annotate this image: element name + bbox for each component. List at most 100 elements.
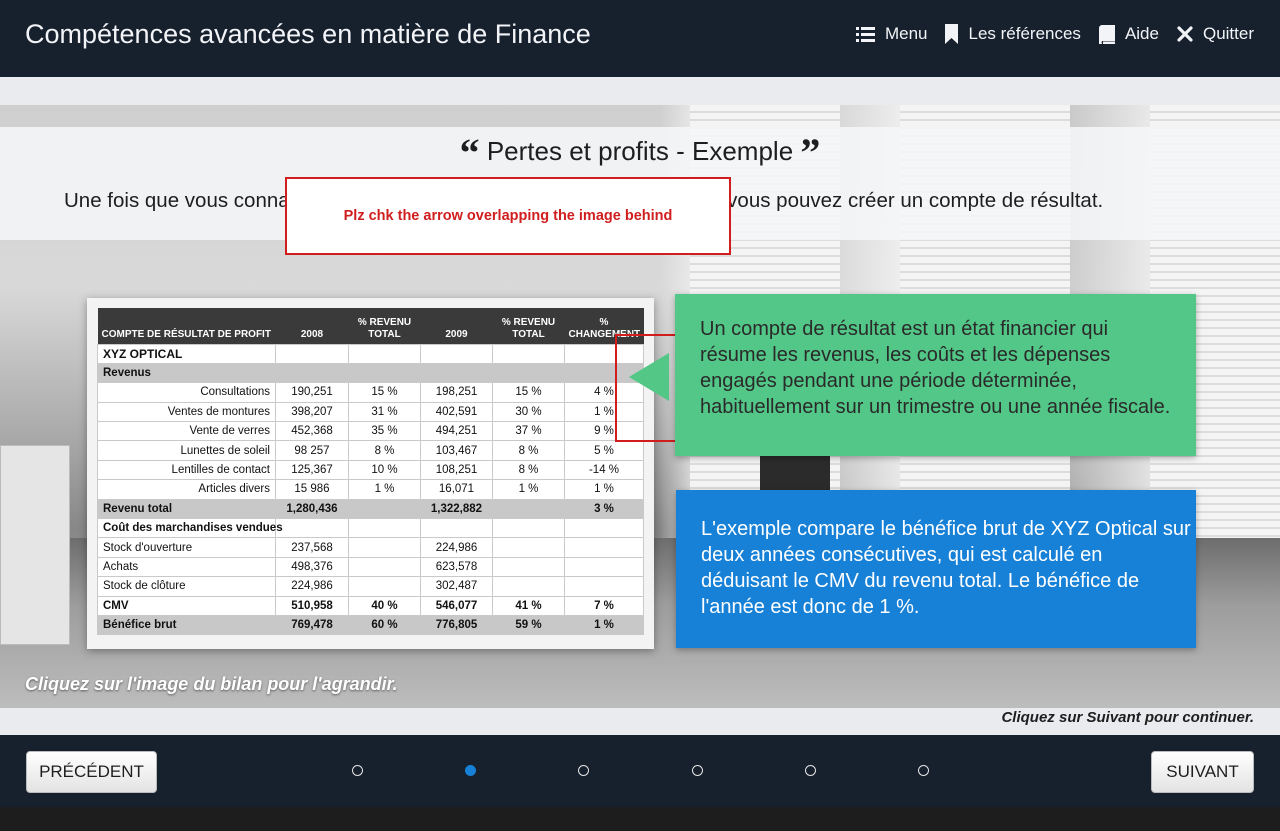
table-cell: Ventes de montures <box>97 401 276 423</box>
help-button[interactable]: Aide <box>1098 24 1159 44</box>
table-cell: 40 % <box>348 595 421 616</box>
table-cell: 1 % <box>564 479 644 500</box>
table-row: Lentilles de contact 125,367 10 % 108,251 8 … <box>97 459 644 481</box>
table-cell: 5 % <box>564 440 644 461</box>
table-cell: 452,368 <box>275 421 349 442</box>
page-dot[interactable] <box>805 765 816 776</box>
table-cell: -14 % <box>564 459 644 481</box>
table-row: CMV 510,958 40 % 546,077 41 % 7 % <box>97 595 644 616</box>
table-cell: 1 % <box>492 479 565 500</box>
table-cell: Consultations <box>97 382 276 403</box>
table-row: Lunettes de soleil 98 257 8 % 103,467 8 % 5 % <box>97 440 644 461</box>
table-cell: Coût des marchandises vendues <box>97 518 283 539</box>
table-cell <box>348 556 421 578</box>
example-card: L'exemple compare le bénéfice brut de XY… <box>676 490 1196 648</box>
table-cell <box>348 362 421 384</box>
table-cell: 15 % <box>348 382 421 403</box>
bottom-bar: PRÉCÉDENT SUIVANT <box>0 735 1280 807</box>
table-row: Consultations 190,251 15 % 198,251 15 % 4 % <box>97 382 644 403</box>
close-icon <box>1177 26 1193 42</box>
table-cell <box>420 343 493 364</box>
top-nav: Menu Les références Aide Quitter <box>855 24 1254 44</box>
table-cell: 41 % <box>492 595 565 616</box>
table-cell: 623,578 <box>420 556 493 578</box>
page-dots <box>0 735 1280 807</box>
income-statement-image[interactable]: COMPTE DE RÉSULTAT DE PROFIT 2008 % REVE… <box>87 298 654 649</box>
table-cell: 7 % <box>564 595 644 616</box>
table-cell <box>420 518 493 539</box>
table-cell: CMV <box>97 595 276 616</box>
table-cell: Lentilles de contact <box>97 459 276 481</box>
table-cell: 30 % <box>492 401 565 423</box>
table-header: COMPTE DE RÉSULTAT DE PROFIT <box>97 308 276 344</box>
table-cell: 8 % <box>348 440 421 461</box>
page-dot[interactable] <box>692 765 703 776</box>
table-cell: 8 % <box>492 459 565 481</box>
page-dot[interactable] <box>918 765 929 776</box>
table-cell: 398,207 <box>275 401 349 423</box>
table-cell: 510,958 <box>275 595 349 616</box>
table-cell: 60 % <box>348 614 421 636</box>
page-dot[interactable] <box>465 765 476 776</box>
page-dot[interactable] <box>352 765 363 776</box>
table-cell: 546,077 <box>420 595 493 616</box>
table-row: Achats 498,376 623,578 <box>97 556 644 578</box>
help-label: Aide <box>1124 24 1159 43</box>
table-cell: 237,568 <box>275 537 349 558</box>
menu-label: Menu <box>884 24 928 43</box>
table-cell: 103,467 <box>420 440 493 461</box>
table-cell: Achats <box>97 556 276 578</box>
table-row: Stock de clôture 224,986 302,487 <box>97 576 644 597</box>
table-cell: 402,591 <box>420 401 493 423</box>
table-cell: 15 % <box>492 382 565 403</box>
table-cell: 35 % <box>348 421 421 442</box>
table-cell: 98 257 <box>275 440 349 461</box>
table-row: Stock d'ouverture 237,568 224,986 <box>97 537 644 558</box>
table-row: Coût des marchandises vendues <box>97 518 644 539</box>
slide-stage: “ Pertes et profits - Exemple ” Une fois… <box>0 77 1280 735</box>
table-cell <box>564 537 644 558</box>
table-cell: 224,986 <box>420 537 493 558</box>
references-button[interactable]: Les références <box>945 24 1081 44</box>
table-cell: Revenus <box>97 362 276 384</box>
table-cell <box>492 537 565 558</box>
table-cell <box>275 518 349 539</box>
table-cell <box>348 518 421 539</box>
book-icon <box>1098 24 1115 44</box>
table-cell <box>564 556 644 578</box>
table-cell: 198,251 <box>420 382 493 403</box>
quit-button[interactable]: Quitter <box>1177 24 1254 44</box>
table-cell: 37 % <box>492 421 565 442</box>
table-cell: 31 % <box>348 401 421 423</box>
next-button[interactable]: SUIVANT <box>1151 751 1254 793</box>
table-cell: 125,367 <box>275 459 349 481</box>
table-cell <box>564 518 644 539</box>
table-cell: 16,071 <box>420 479 493 500</box>
table-cell: 494,251 <box>420 421 493 442</box>
table-row: Articles divers 15 986 1 % 16,071 1 % 1 % <box>97 479 644 500</box>
table-cell: 15 986 <box>275 479 349 500</box>
menu-button[interactable]: Menu <box>855 24 928 44</box>
table-cell: 769,478 <box>275 614 349 636</box>
table-cell <box>492 576 565 597</box>
table-row: Vente de verres 452,368 35 % 494,251 37 % 9 % <box>97 421 644 442</box>
table-cell: 108,251 <box>420 459 493 481</box>
table-cell: 1 % <box>348 479 421 500</box>
table-cell <box>492 343 565 364</box>
review-highlight-box <box>615 334 681 442</box>
app-title: Compétences avancées en matière de Finan… <box>25 19 591 49</box>
table-cell <box>348 343 421 364</box>
table-cell <box>348 576 421 597</box>
table-cell: XYZ OPTICAL <box>97 343 276 364</box>
table-cell: Stock de clôture <box>97 576 276 597</box>
table-cell <box>420 362 493 384</box>
table-cell: Vente de verres <box>97 421 276 442</box>
table-cell <box>492 556 565 578</box>
review-note: Plz chk the arrow overlapping the image … <box>285 177 731 255</box>
page-dot[interactable] <box>578 765 589 776</box>
table-cell: 1,322,882 <box>420 498 493 520</box>
table-cell: 59 % <box>492 614 565 636</box>
table-cell: Bénéfice brut <box>97 614 276 636</box>
table-header: % REVENU TOTAL <box>492 308 565 344</box>
table-row: XYZ OPTICAL <box>97 343 644 364</box>
